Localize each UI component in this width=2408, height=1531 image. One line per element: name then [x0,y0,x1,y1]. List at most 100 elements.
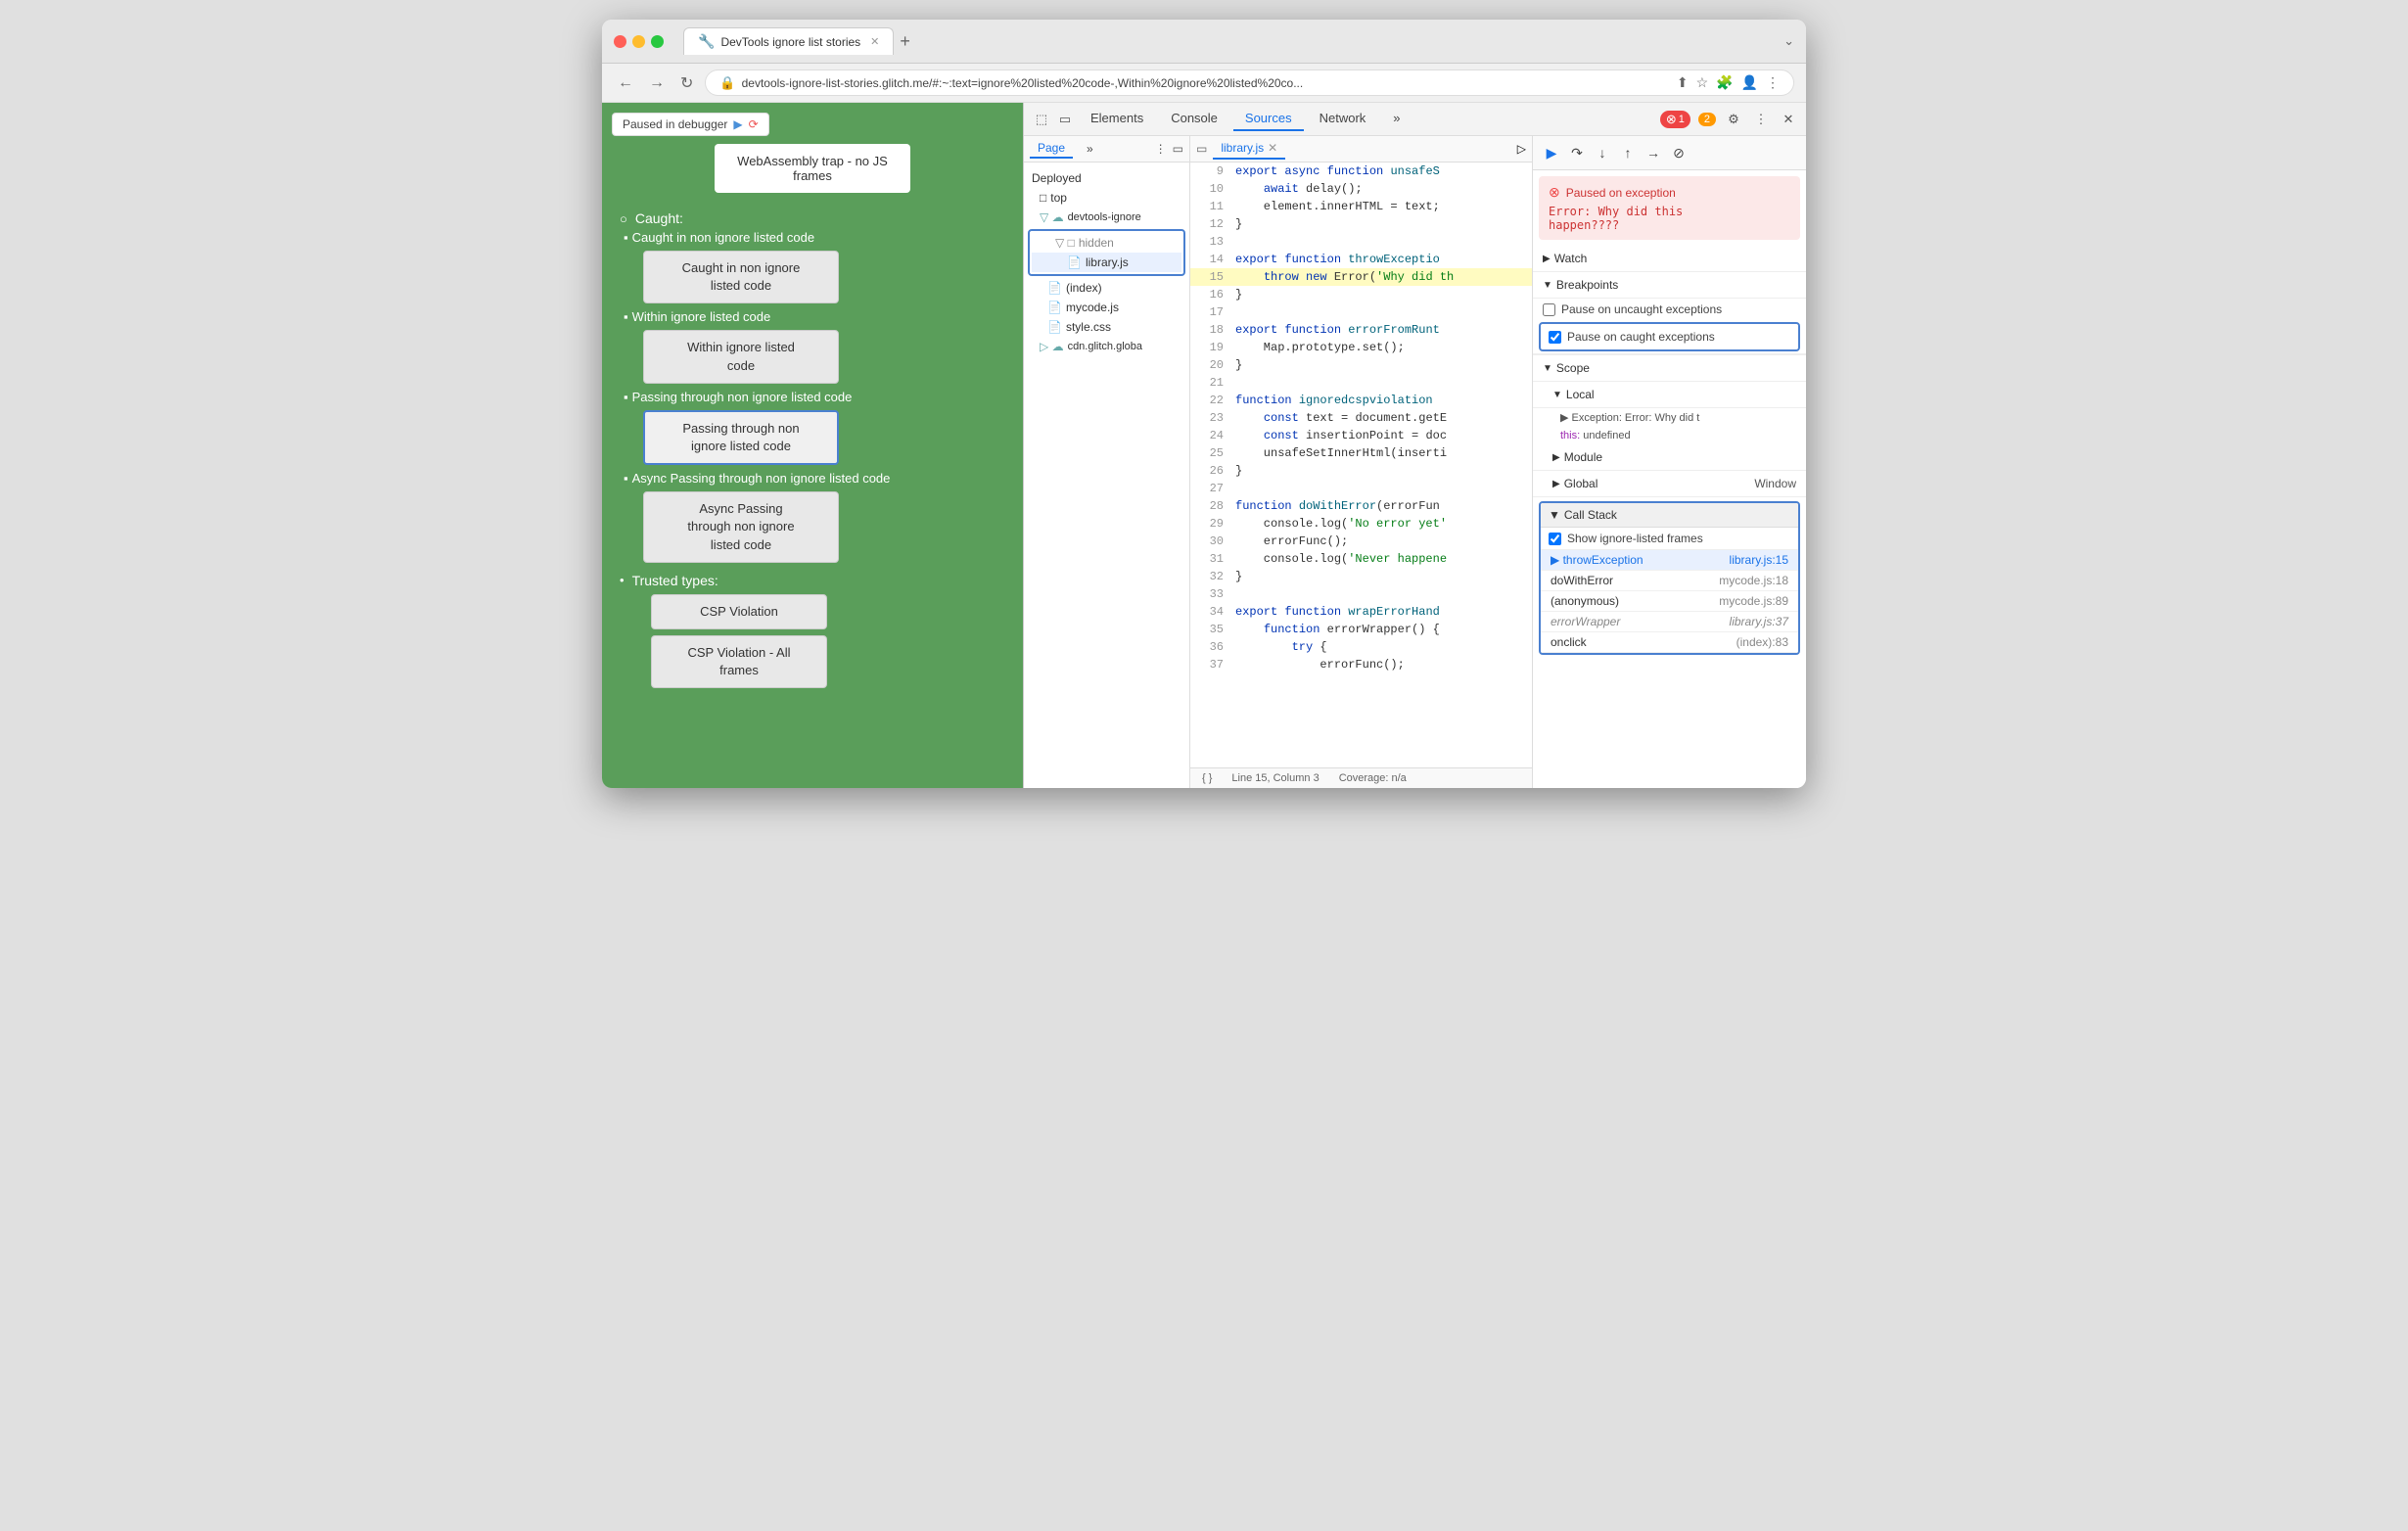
breakpoints-arrow: ▼ [1543,280,1552,291]
minimize-window-button[interactable] [632,35,645,48]
code-line-25: 25 unsafeSetInnerHtml(inserti [1190,444,1532,462]
step-over-button[interactable]: ↷ [1566,142,1588,163]
index-item[interactable]: 📄 (index) [1024,278,1189,298]
window-chevron[interactable]: ⌄ [1783,33,1794,49]
play-icon[interactable]: ▶ [733,117,742,131]
deactivate-breakpoints-button[interactable]: ⊘ [1668,142,1690,163]
show-ignore-checkbox[interactable] [1549,533,1561,545]
address-field[interactable]: 🔒 devtools-ignore-list-stories.glitch.me… [705,70,1794,96]
call-stack-anonymous[interactable]: (anonymous) mycode.js:89 [1541,591,1798,612]
step-into-button[interactable]: ↓ [1592,142,1613,163]
resume-button[interactable]: ▶ [1541,142,1562,163]
bookmark-icon[interactable]: ☆ [1696,74,1709,91]
webassembly-label: WebAssembly trap - no JS frames [737,154,888,183]
browser-tab[interactable]: 🔧 DevTools ignore list stories ✕ [683,27,894,55]
hidden-folder-item[interactable]: ▽ □ hidden [1032,233,1181,253]
module-header[interactable]: ▶ Module [1533,444,1806,471]
step-out-button[interactable]: ↑ [1617,142,1639,163]
caught-section-label: Caught: [635,210,683,226]
library-js-item[interactable]: 📄 library.js [1032,253,1181,272]
code-line-26: 26 } [1190,462,1532,480]
tab-sources[interactable]: Sources [1233,107,1304,131]
csp-violation-button[interactable]: CSP Violation [651,594,827,629]
within-ignore-button[interactable]: Within ignore listedcode [643,330,839,383]
extension-icon[interactable]: 🧩 [1716,74,1733,91]
code-line-35: 35 function errorWrapper() { [1190,621,1532,638]
library-js-tab[interactable]: library.js ✕ [1213,138,1285,160]
call-stack-error-wrapper[interactable]: errorWrapper library.js:37 [1541,612,1798,632]
format-icon[interactable]: { } [1202,772,1212,784]
exception-key: ▶ Exception: Error: Why did t [1560,412,1699,424]
step-icon[interactable]: ⟳ [749,117,759,131]
editor-more-icon[interactable]: ▷ [1517,142,1526,156]
new-tab-button[interactable]: + [900,31,910,52]
pause-uncaught-checkbox[interactable] [1543,303,1555,316]
code-line-29: 29 console.log('No error yet' [1190,515,1532,533]
code-line-34: 34 export function wrapErrorHand [1190,603,1532,621]
share-icon[interactable]: ⬆ [1677,74,1689,91]
call-stack-arrow: ▼ [1549,508,1560,522]
sync-icon[interactable]: ⋮ [1155,142,1167,156]
tab-network[interactable]: Network [1308,107,1378,131]
breakpoints-section: ▼ Breakpoints Pause on uncaught exceptio… [1533,272,1806,354]
split-icon[interactable]: ▭ [1173,142,1183,156]
breakpoints-header[interactable]: ▼ Breakpoints [1533,272,1806,299]
back-button[interactable]: ← [614,72,637,94]
deployed-header: Deployed [1024,168,1189,188]
scope-header[interactable]: ▼ Scope [1533,355,1806,382]
library-js-label: library.js [1086,255,1129,269]
item2-bullet: ▪ [624,309,628,324]
step-button[interactable]: → [1643,142,1664,163]
csp-all-frames-button[interactable]: CSP Violation - All frames [651,635,827,688]
editor-panel-icon[interactable]: ▭ [1196,142,1207,156]
async-passing-button[interactable]: Async Passingthrough non ignorelisted co… [643,491,839,563]
call-stack-do-with-error[interactable]: doWithError mycode.js:18 [1541,571,1798,591]
pause-caught-checkbox[interactable] [1549,331,1561,344]
code-editor[interactable]: 9 export async function unsafeS 10 await… [1190,162,1532,767]
spy-icon[interactable]: 👤 [1741,74,1758,91]
style-css-item[interactable]: 📄 style.css [1024,317,1189,337]
pause-uncaught-row: Pause on uncaught exceptions [1533,299,1806,320]
maximize-window-button[interactable] [651,35,664,48]
library-js-tab-close[interactable]: ✕ [1268,141,1277,155]
item1-bullet: ▪ [624,230,628,245]
passing-through-button[interactable]: Passing through nonignore listed code [643,410,839,465]
watch-section-header[interactable]: ▶ Watch [1533,246,1806,272]
code-line-16: 16 } [1190,286,1532,303]
scope-label: Scope [1556,361,1590,375]
reload-button[interactable]: ↻ [676,71,697,95]
main-content: Paused in debugger ▶ ⟳ WebAssembly trap … [602,103,1806,788]
local-header[interactable]: ▼ Local [1533,382,1806,408]
global-header[interactable]: ▶ Global Window [1533,471,1806,497]
call-stack-header[interactable]: ▼ Call Stack [1541,503,1798,528]
tab-elements[interactable]: Elements [1079,107,1155,131]
js-file-icon: 📄 [1067,255,1082,269]
top-item[interactable]: □ top [1024,188,1189,208]
item3-bullet: ▪ [624,390,628,404]
close-window-button[interactable] [614,35,626,48]
tab-close-button[interactable]: ✕ [870,35,879,48]
more-sources-tab[interactable]: » [1079,140,1101,158]
code-line-37: 37 errorFunc(); [1190,656,1532,673]
cdn-item[interactable]: ▷ ☁ cdn.glitch.globa [1024,337,1189,356]
settings-icon[interactable]: ⚙ [1724,110,1743,129]
page-tab[interactable]: Page [1030,139,1073,159]
call-stack-onclick[interactable]: onclick (index):83 [1541,632,1798,653]
device-tool-icon[interactable]: ▭ [1055,110,1075,129]
cursor-tool-icon[interactable]: ⬚ [1032,110,1051,129]
more-options-icon[interactable]: ⋮ [1751,110,1771,129]
menu-dots-icon[interactable]: ⋮ [1766,74,1780,91]
address-text: devtools-ignore-list-stories.glitch.me/#… [742,76,1304,90]
call-stack-throw-exception[interactable]: ▶ throwException library.js:15 [1541,550,1798,571]
tab-console[interactable]: Console [1159,107,1229,131]
close-devtools-icon[interactable]: ✕ [1779,110,1798,129]
mycode-js-item[interactable]: 📄 mycode.js [1024,298,1189,317]
exception-message: Error: Why did this happen???? [1549,205,1790,232]
tab-favicon: 🔧 [698,33,715,50]
devtools-ignore-label: devtools-ignore [1068,211,1141,223]
tab-more[interactable]: » [1381,107,1412,131]
forward-button[interactable]: → [645,72,669,94]
devtools-ignore-item[interactable]: ▽ ☁ devtools-ignore [1024,208,1189,227]
title-bar: 🔧 DevTools ignore list stories ✕ + ⌄ [602,20,1806,64]
caught-non-ignore-button[interactable]: Caught in non ignorelisted code [643,251,839,303]
